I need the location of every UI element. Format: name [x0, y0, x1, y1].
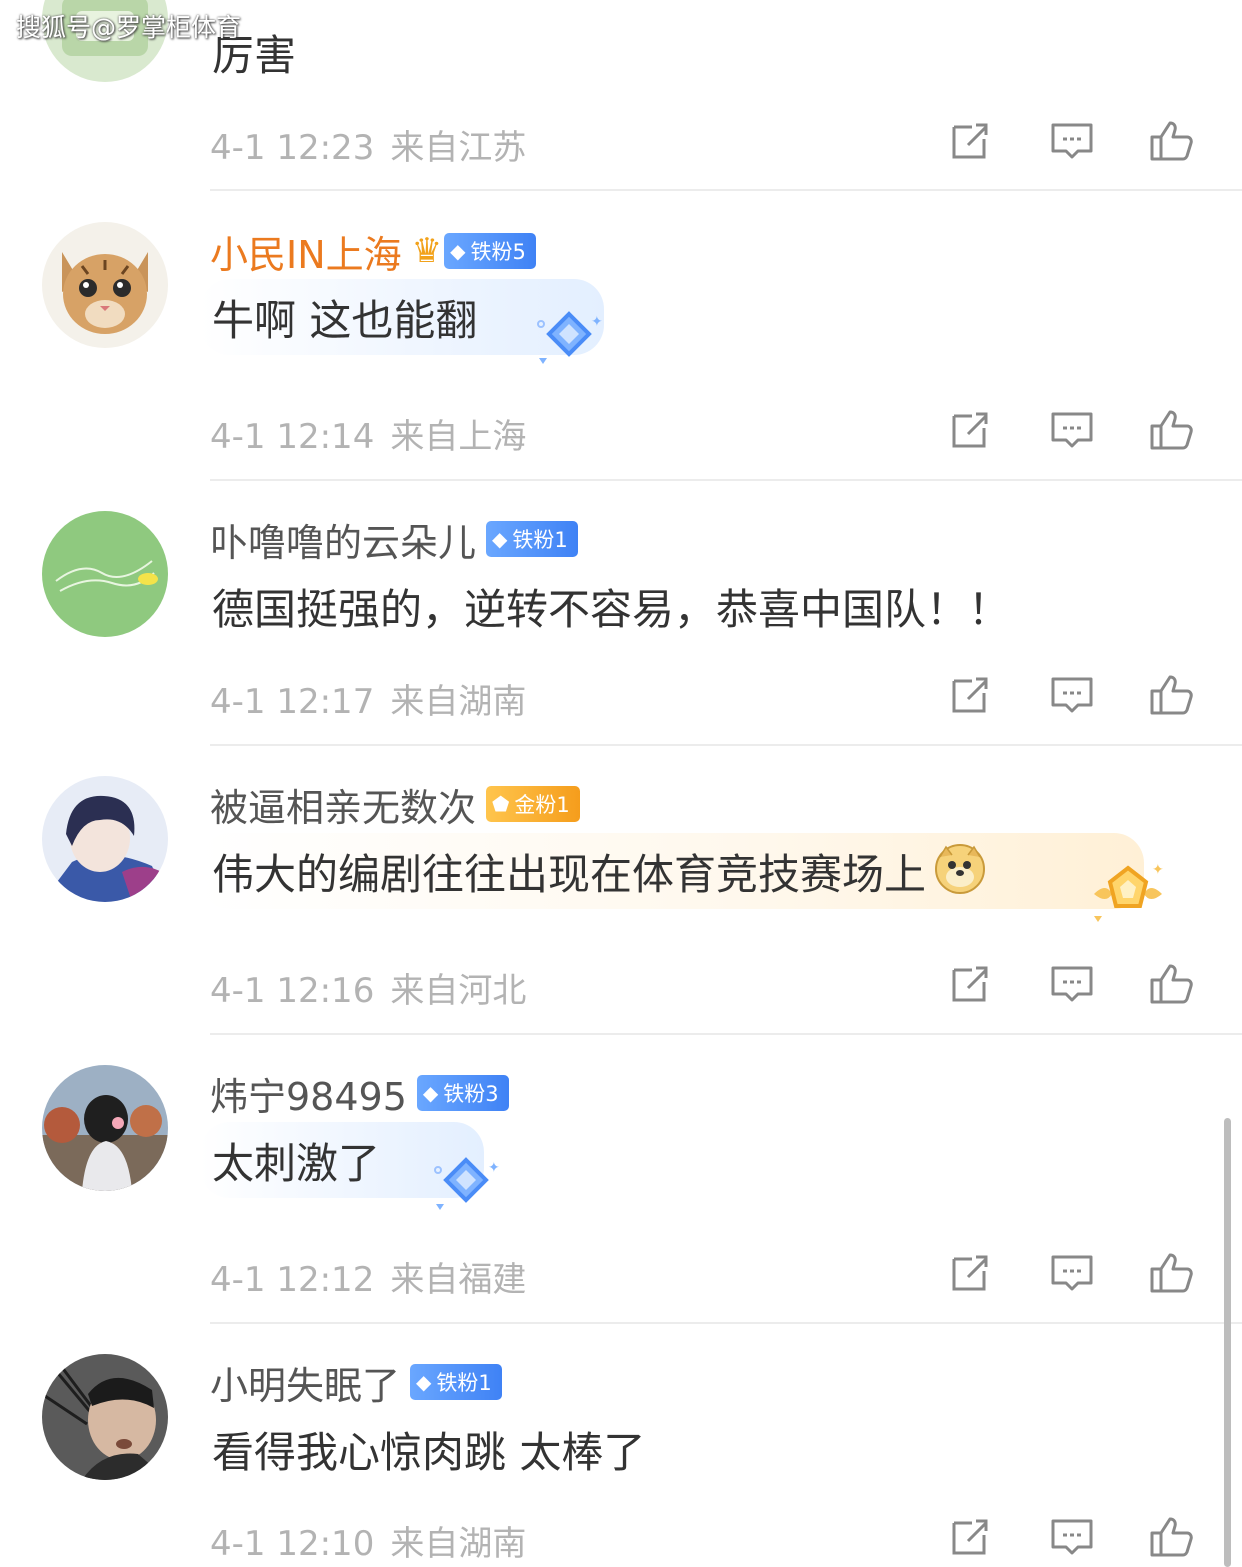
gold-badge-decoration-icon: ✦ — [1086, 860, 1170, 930]
fan-badge-label: 金粉1 — [514, 793, 570, 817]
fan-badge[interactable]: ◆ 铁粉5 — [444, 233, 536, 269]
comment-user: 小明失眠了 ◆ 铁粉1 — [210, 1355, 502, 1410]
fan-badge[interactable]: ◆ 铁粉3 — [416, 1075, 509, 1111]
like-icon[interactable] — [1148, 1513, 1196, 1561]
divider — [210, 1033, 1242, 1035]
comment-actions — [0, 671, 1242, 721]
comment-actions — [0, 117, 1242, 167]
watermark: 搜狐号@罗掌柜体育 — [16, 13, 242, 42]
comment-text-bubble: 看得我心惊肉跳 太棒了 — [200, 1411, 657, 1487]
reply-icon[interactable] — [1048, 406, 1096, 454]
diamond-decoration-icon: ✦ — [430, 1156, 506, 1220]
like-icon[interactable] — [1148, 671, 1196, 719]
like-icon[interactable] — [1148, 1249, 1196, 1297]
comment-user: 炜宁98495 ◆ 铁粉3 — [210, 1066, 509, 1121]
share-icon[interactable] — [946, 671, 994, 719]
share-icon[interactable] — [946, 117, 994, 165]
comment-text: 伟大的编剧往往出现在体育竞技赛场上 — [212, 849, 927, 899]
avatar[interactable] — [42, 511, 168, 637]
avatar[interactable] — [42, 776, 168, 902]
diamond-icon: ◆ — [422, 1081, 439, 1105]
avatar[interactable] — [42, 222, 168, 348]
fan-badge-label: 铁粉5 — [470, 240, 526, 264]
share-icon[interactable] — [946, 1249, 994, 1297]
comment-text: 看得我心惊肉跳 太棒了 — [212, 1427, 646, 1477]
comment-actions — [0, 960, 1242, 1010]
reply-icon[interactable] — [1048, 1249, 1096, 1297]
comment-text: 德国挺强的，逆转不容易，恭喜中国队！！ — [212, 584, 1011, 634]
comment-text: 太刺激了 — [212, 1138, 381, 1188]
avatar[interactable] — [42, 1065, 168, 1191]
gem-icon: ⬟ — [492, 792, 510, 816]
crown-icon: ♛ — [411, 231, 443, 271]
comment-actions — [0, 1249, 1242, 1299]
share-icon[interactable] — [946, 1513, 994, 1561]
comment-text: 牛啊 这也能翻 — [212, 295, 478, 345]
divider — [210, 189, 1242, 191]
scrollbar[interactable] — [1224, 1118, 1231, 1567]
divider — [210, 479, 1242, 481]
comment-user: 被逼相亲无数次 ⬟ 金粉1 — [210, 777, 580, 832]
username[interactable]: 被逼相亲无数次 — [210, 777, 476, 832]
svg-text:✦: ✦ — [591, 314, 603, 330]
comment-actions — [0, 406, 1242, 456]
avatar[interactable] — [42, 1354, 168, 1480]
reply-icon[interactable] — [1048, 1513, 1096, 1561]
fan-badge-label: 铁粉1 — [512, 528, 568, 552]
reply-icon[interactable] — [1048, 671, 1096, 719]
username[interactable]: 小明失眠了 — [210, 1355, 400, 1410]
comment-user: 小民IN上海 ♛ ◆ 铁粉5 — [210, 224, 536, 279]
comment-actions — [0, 1513, 1242, 1563]
svg-text:✦: ✦ — [488, 1160, 500, 1176]
svg-text:✦: ✦ — [1152, 862, 1164, 878]
like-icon[interactable] — [1148, 960, 1196, 1008]
fan-badge[interactable]: ⬟ 金粉1 — [486, 786, 580, 822]
reply-icon[interactable] — [1048, 117, 1096, 165]
fan-badge[interactable]: ◆ 铁粉1 — [410, 1364, 502, 1400]
divider — [210, 744, 1242, 746]
fan-badge-label: 铁粉3 — [443, 1082, 499, 1106]
username[interactable]: 卟噜噜的云朵儿 — [210, 512, 476, 567]
username[interactable]: 小民IN上海 — [210, 224, 402, 279]
share-icon[interactable] — [946, 406, 994, 454]
like-icon[interactable] — [1148, 117, 1196, 165]
reply-icon[interactable] — [1048, 960, 1096, 1008]
doge-emoji — [934, 843, 986, 899]
divider — [210, 1322, 1242, 1324]
diamond-icon: ◆ — [416, 1370, 432, 1394]
username[interactable]: 炜宁98495 — [210, 1066, 407, 1121]
comment-user: 卟噜噜的云朵儿 ◆ 铁粉1 — [210, 512, 578, 567]
diamond-icon: ◆ — [492, 527, 508, 551]
diamond-icon: ◆ — [450, 239, 466, 263]
share-icon[interactable] — [946, 960, 994, 1008]
fan-badge-label: 铁粉1 — [436, 1371, 492, 1395]
comment-text-bubble: 德国挺强的，逆转不容易，恭喜中国队！！ — [200, 568, 1022, 644]
diamond-decoration-icon: ✦ — [533, 310, 609, 374]
fan-badge[interactable]: ◆ 铁粉1 — [486, 521, 578, 557]
comment-text-bubble: 伟大的编剧往往出现在体育竞技赛场上 — [200, 833, 1144, 909]
like-icon[interactable] — [1148, 406, 1196, 454]
